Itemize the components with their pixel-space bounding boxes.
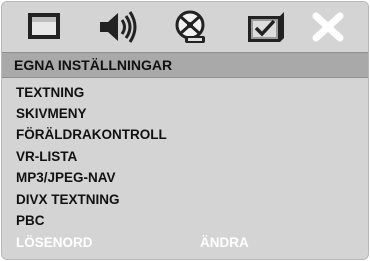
menu-item-vr-list[interactable]: VR-LISTA	[16, 149, 77, 164]
menu-item-password[interactable]: LÖSENORD	[16, 235, 93, 250]
audio-setup-icon[interactable]	[96, 8, 140, 46]
menu-item-parental-control[interactable]: FÖRÄLDRAKONTROLL	[16, 127, 167, 142]
section-title: EGNA INSTÄLLNINGAR	[14, 57, 173, 73]
setup-icon-bar	[2, 2, 368, 51]
password-change-value[interactable]: ÄNDRA	[200, 235, 249, 250]
menu-item-disc-menu[interactable]: SKIVMENY	[16, 106, 87, 121]
disc-setup-icon[interactable]	[168, 8, 212, 46]
setup-menu-screen: EGNA INSTÄLLNINGAR TEXTNING SKIVMENY FÖR…	[1, 1, 369, 260]
menu-item-divx-subtitle[interactable]: DIVX TEXTNING	[16, 192, 120, 207]
exit-icon[interactable]	[306, 8, 350, 46]
general-setup-icon[interactable]	[22, 8, 66, 46]
menu-item-mp3-jpeg-nav[interactable]: MP3/JPEG-NAV	[16, 170, 116, 185]
menu-item-pbc[interactable]: PBC	[16, 213, 45, 228]
preference-setup-icon[interactable]	[244, 8, 288, 46]
section-header: EGNA INSTÄLLNINGAR	[2, 52, 368, 78]
menu-item-subtitle[interactable]: TEXTNING	[16, 85, 84, 100]
